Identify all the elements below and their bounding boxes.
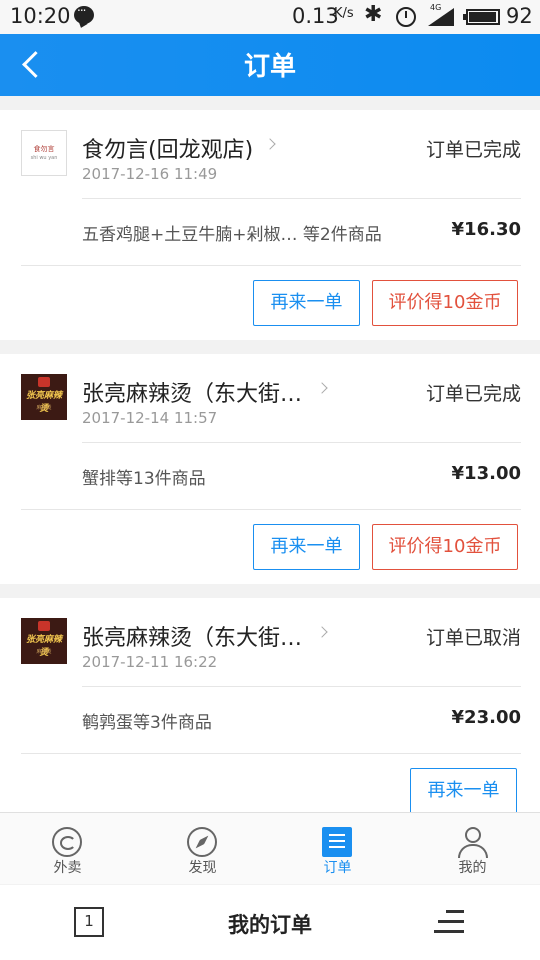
reorder-button[interactable]: 再来一单 bbox=[410, 768, 517, 814]
takeout-icon bbox=[52, 827, 82, 857]
network-speed-unit: K/s bbox=[334, 6, 354, 21]
page-title: 订单 bbox=[243, 52, 296, 82]
tab-label: 我的 bbox=[458, 860, 487, 876]
order-items: 鹌鹑蛋等3件商品 bbox=[82, 713, 212, 733]
order-items: 五香鸡腿+土豆牛腩+剁椒… 等2件商品 bbox=[82, 225, 382, 245]
menu-icon[interactable] bbox=[434, 910, 464, 934]
order-card[interactable]: 食勿言 shi wu yan 食勿言(回龙观店) 订单已完成 2017-12-1… bbox=[0, 110, 540, 340]
shop-name: 张亮麻辣烫（东大街… bbox=[82, 382, 303, 407]
order-date: 2017-12-16 11:49 bbox=[82, 165, 218, 183]
order-items: 蟹排等13件商品 bbox=[82, 469, 206, 489]
shop-logo: 张亮麻辣烫 麻辣烫 bbox=[21, 374, 67, 420]
review-button[interactable]: 评价得10金币 bbox=[372, 524, 518, 570]
shop-name-link[interactable]: 张亮麻辣烫（东大街… bbox=[82, 620, 328, 651]
tab-waimai[interactable]: 外卖 bbox=[0, 813, 135, 885]
order-card[interactable]: 张亮麻辣烫 麻辣烫 张亮麻辣烫（东大街… 订单已取消 2017-12-11 16… bbox=[0, 598, 540, 814]
divider bbox=[82, 686, 521, 687]
shop-name: 食勿言(回龙观店) bbox=[82, 138, 254, 163]
tab-orders[interactable]: 订单 bbox=[270, 813, 405, 885]
tab-me[interactable]: 我的 bbox=[405, 813, 540, 885]
battery-level: 92 bbox=[506, 4, 533, 28]
tab-label: 订单 bbox=[323, 860, 352, 876]
divider bbox=[21, 265, 521, 266]
network-speed: 0.13 bbox=[292, 4, 339, 28]
order-price: ¥13.00 bbox=[451, 463, 521, 484]
chevron-right-icon bbox=[316, 382, 328, 394]
tab-faxian[interactable]: 发现 bbox=[135, 813, 270, 885]
alarm-icon bbox=[396, 7, 416, 27]
review-button[interactable]: 评价得10金币 bbox=[372, 280, 518, 326]
shop-name-link[interactable]: 张亮麻辣烫（东大街… bbox=[82, 376, 328, 407]
tab-label: 外卖 bbox=[53, 860, 82, 876]
bottom-tab-bar: 外卖 发现 订单 我的 bbox=[0, 812, 540, 884]
compass-icon bbox=[187, 827, 217, 857]
signal-label: 4G bbox=[430, 3, 442, 12]
order-status: 订单已完成 bbox=[425, 139, 521, 161]
system-nav-bar: 1 我的订单 bbox=[0, 885, 540, 960]
shop-logo: 张亮麻辣烫 麻辣烫 bbox=[21, 618, 67, 664]
order-price: ¥16.30 bbox=[451, 219, 521, 240]
chat-notification-icon bbox=[74, 0, 94, 24]
order-list-icon bbox=[322, 827, 352, 857]
order-price: ¥23.00 bbox=[451, 707, 521, 728]
order-date: 2017-12-11 16:22 bbox=[82, 653, 218, 671]
divider bbox=[21, 753, 521, 754]
reorder-button[interactable]: 再来一单 bbox=[253, 524, 360, 570]
app-header: 订单 bbox=[0, 34, 540, 96]
divider bbox=[21, 509, 521, 510]
shop-name: 张亮麻辣烫（东大街… bbox=[82, 626, 303, 651]
divider bbox=[82, 442, 521, 443]
bluetooth-icon: ✱ bbox=[364, 2, 383, 27]
status-time: 10:20 bbox=[10, 4, 71, 28]
shop-name-link[interactable]: 食勿言(回龙观店) bbox=[82, 132, 276, 163]
divider bbox=[82, 198, 521, 199]
shop-logo: 食勿言 shi wu yan bbox=[21, 130, 67, 176]
chevron-right-icon bbox=[316, 626, 328, 638]
order-date: 2017-12-14 11:57 bbox=[82, 409, 218, 427]
order-card[interactable]: 张亮麻辣烫 麻辣烫 张亮麻辣烫（东大街… 订单已完成 2017-12-14 11… bbox=[0, 354, 540, 584]
person-icon bbox=[457, 827, 488, 858]
reorder-button[interactable]: 再来一单 bbox=[253, 280, 360, 326]
order-status: 订单已取消 bbox=[425, 627, 521, 649]
chevron-right-icon bbox=[264, 138, 276, 150]
tab-label: 发现 bbox=[188, 860, 217, 876]
battery-icon bbox=[463, 9, 500, 25]
order-status: 订单已完成 bbox=[425, 383, 521, 405]
status-bar: 10:20 0.13 K/s ✱ 4G 92 bbox=[0, 0, 540, 34]
